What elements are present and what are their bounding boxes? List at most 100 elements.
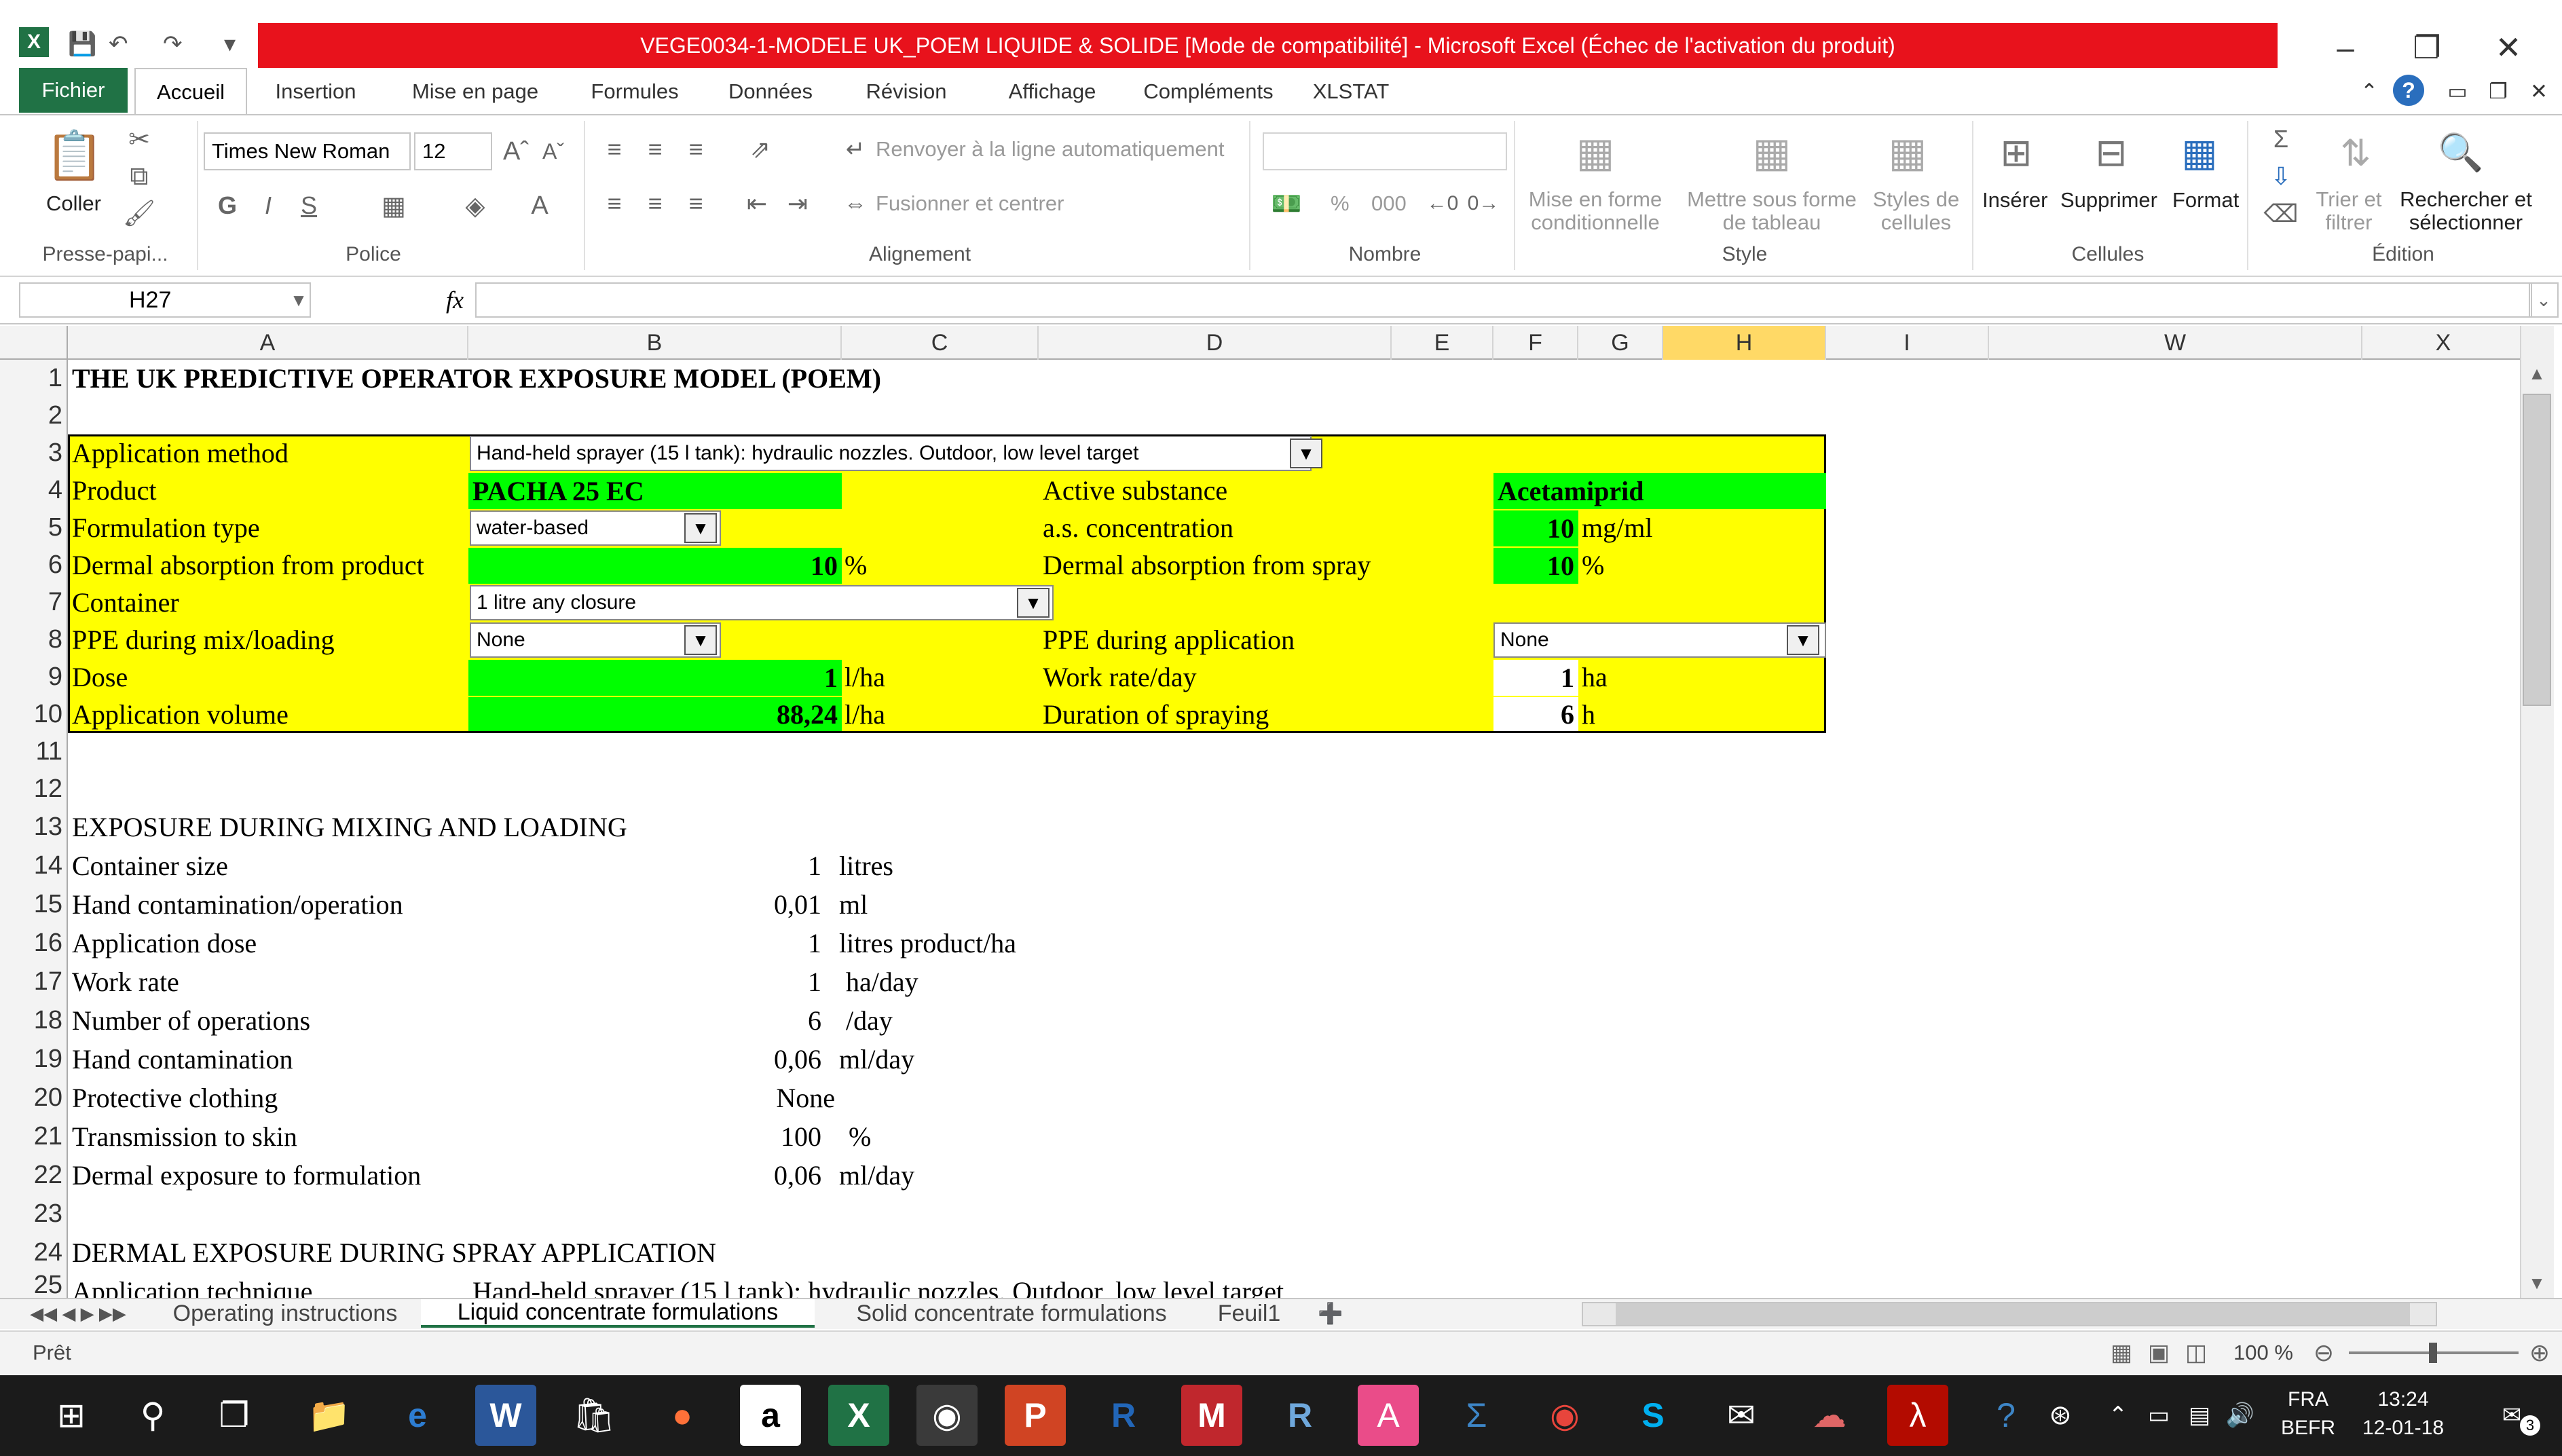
copy-icon[interactable]: ⧉ bbox=[122, 160, 156, 193]
row-header[interactable]: 5 bbox=[0, 509, 68, 546]
mixing-row-label[interactable]: Protective clothing bbox=[72, 1079, 278, 1117]
dermal-product-value[interactable]: 10 bbox=[468, 548, 842, 584]
dose-unit[interactable]: l/ha bbox=[844, 658, 885, 696]
powerpoint-icon[interactable]: P bbox=[1005, 1385, 1066, 1446]
mixing-row-label[interactable]: Container size bbox=[72, 846, 228, 885]
col-header-f[interactable]: F bbox=[1493, 326, 1578, 360]
tab-fichier[interactable]: Fichier bbox=[19, 68, 128, 113]
ppe-app-label[interactable]: PPE during application bbox=[1043, 621, 1295, 658]
mixing-row-value[interactable]: 0,06 bbox=[679, 1156, 821, 1195]
row-header[interactable]: 17 bbox=[0, 963, 68, 1001]
tab-affichage[interactable]: Affichage bbox=[991, 73, 1113, 110]
sheet-nav-arrows-icon[interactable]: ◀◀ ◀ ▶ ▶▶ bbox=[20, 1299, 136, 1328]
horizontal-scroll-thumb[interactable] bbox=[1616, 1303, 2410, 1325]
merge-center-button[interactable]: Fusionner et centrer bbox=[876, 187, 1064, 221]
zoom-in-icon[interactable]: ⊕ bbox=[2524, 1337, 2555, 1368]
app-volume-label[interactable]: Application volume bbox=[72, 696, 289, 733]
sheet-tab-feuil1[interactable]: Feuil1 bbox=[1202, 1299, 1297, 1328]
vertical-scroll-thumb[interactable] bbox=[2523, 394, 2551, 706]
mixing-row-label[interactable]: Hand contamination bbox=[72, 1040, 293, 1079]
font-color-icon[interactable]: A bbox=[516, 187, 563, 225]
currency-icon[interactable]: 💵 bbox=[1263, 187, 1310, 221]
clear-icon[interactable]: ⌫ bbox=[2264, 197, 2299, 231]
new-sheet-icon[interactable]: ➕ bbox=[1310, 1299, 1351, 1328]
row-header[interactable]: 18 bbox=[0, 1001, 68, 1040]
chevron-down-icon[interactable]: ▼ bbox=[1787, 625, 1819, 655]
application-method-label[interactable]: Application method bbox=[72, 434, 289, 472]
edge-icon[interactable]: e bbox=[387, 1385, 448, 1446]
mixing-row-unit[interactable]: /day bbox=[846, 1001, 893, 1040]
sheet-tab-operating-instructions[interactable]: Operating instructions bbox=[156, 1299, 414, 1328]
select-all-corner[interactable] bbox=[0, 326, 68, 360]
format-painter-icon[interactable]: 🖌 bbox=[122, 197, 156, 231]
tab-complements[interactable]: Compléments bbox=[1134, 73, 1283, 110]
col-header-b[interactable]: B bbox=[468, 326, 842, 360]
mixing-row-label[interactable]: Application dose bbox=[72, 924, 257, 963]
autosum-icon[interactable]: Σ bbox=[2264, 122, 2298, 156]
clock-date[interactable]: 12-01-18 bbox=[2342, 1415, 2464, 1442]
insert-cells-button[interactable]: Insérer bbox=[1982, 187, 2047, 214]
application-method-dropdown[interactable]: Hand-held sprayer (15 l tank): hydraulic… bbox=[470, 436, 1312, 471]
mixing-row-value[interactable]: 0,01 bbox=[679, 885, 821, 924]
mixing-section-header[interactable]: EXPOSURE DURING MIXING AND LOADING bbox=[72, 808, 627, 846]
number-format-box[interactable] bbox=[1263, 132, 1507, 170]
work-rate-unit[interactable]: ha bbox=[1582, 658, 1608, 696]
row-header[interactable]: 10 bbox=[0, 696, 68, 733]
col-header-i[interactable]: I bbox=[1826, 326, 1989, 360]
row-header[interactable]: 1 bbox=[0, 360, 68, 397]
word-icon[interactable]: W bbox=[475, 1385, 536, 1446]
percent-button[interactable]: % bbox=[1331, 187, 1350, 221]
col-header-h[interactable]: H bbox=[1663, 326, 1826, 360]
zoom-out-icon[interactable]: ⊖ bbox=[2308, 1337, 2339, 1368]
acrobat-pro-icon[interactable]: A bbox=[1358, 1385, 1419, 1446]
align-right-icon[interactable]: ≡ bbox=[679, 187, 713, 221]
row-header[interactable]: 12 bbox=[0, 770, 68, 808]
col-header-g[interactable]: G bbox=[1578, 326, 1663, 360]
duration-value[interactable]: 6 bbox=[1493, 697, 1578, 731]
row-header[interactable]: 21 bbox=[0, 1117, 68, 1156]
firefox-icon[interactable]: ● bbox=[652, 1385, 713, 1446]
bold-icon[interactable]: G bbox=[210, 187, 244, 225]
col-header-e[interactable]: E bbox=[1392, 326, 1493, 360]
as-concentration-unit[interactable]: mg/ml bbox=[1582, 509, 1652, 546]
align-bottom-icon[interactable]: ≡ bbox=[679, 132, 713, 166]
clock-time[interactable]: 13:24 bbox=[2342, 1386, 2464, 1413]
mixing-row-unit[interactable]: litres bbox=[839, 846, 893, 885]
tab-xlstat[interactable]: XLSTAT bbox=[1303, 73, 1398, 110]
active-substance-value[interactable]: Acetamiprid bbox=[1493, 473, 1826, 509]
product-label[interactable]: Product bbox=[72, 472, 156, 509]
formulation-type-label[interactable]: Formulation type bbox=[72, 509, 260, 546]
col-header-a[interactable]: A bbox=[68, 326, 468, 360]
cell-styles-button[interactable]: Styles de cellules bbox=[1870, 187, 1962, 236]
mixing-row-value[interactable]: 6 bbox=[679, 1001, 821, 1040]
dermal-product-unit[interactable]: % bbox=[844, 546, 867, 584]
conditional-format-button[interactable]: Mise en forme conditionnelle bbox=[1524, 187, 1667, 236]
underline-icon[interactable]: S bbox=[292, 187, 326, 225]
borders-icon[interactable]: ▦ bbox=[370, 187, 417, 225]
amazon-icon[interactable]: a bbox=[740, 1385, 801, 1446]
windows-start-icon[interactable]: ⊞ bbox=[41, 1385, 102, 1446]
customize-quick-access-icon[interactable]: ▾ bbox=[224, 27, 236, 61]
wrap-text-button[interactable]: Renvoyer à la ligne automatiquement bbox=[876, 132, 1225, 166]
align-top-icon[interactable]: ≡ bbox=[597, 132, 631, 166]
active-substance-label[interactable]: Active substance bbox=[1043, 472, 1227, 509]
as-concentration-label[interactable]: a.s. concentration bbox=[1043, 509, 1233, 546]
row-header[interactable]: 24 bbox=[0, 1233, 68, 1272]
conditional-format-icon[interactable]: ▦ bbox=[1568, 122, 1622, 183]
mixing-row-value[interactable]: 1 bbox=[679, 963, 821, 1001]
mixing-row-label[interactable]: Number of operations bbox=[72, 1001, 310, 1040]
row-header[interactable]: 13 bbox=[0, 808, 68, 846]
mixing-row-label[interactable]: Hand contamination/operation bbox=[72, 885, 403, 924]
dermal-spray-label[interactable]: Dermal absorption from spray bbox=[1043, 546, 1371, 584]
mixing-row-unit[interactable]: ml/day bbox=[839, 1040, 914, 1079]
as-concentration-value[interactable]: 10 bbox=[1493, 510, 1578, 546]
chevron-down-icon[interactable]: ▼ bbox=[684, 625, 717, 655]
row-header[interactable]: 3 bbox=[0, 434, 68, 472]
product-value[interactable]: PACHA 25 EC bbox=[468, 473, 842, 509]
thousands-button[interactable]: 000 bbox=[1371, 187, 1407, 221]
name-box[interactable]: H27 bbox=[19, 282, 311, 318]
formulation-type-dropdown[interactable]: water-based bbox=[470, 510, 721, 546]
row-header[interactable]: 25 bbox=[0, 1272, 68, 1298]
app-m-icon[interactable]: M bbox=[1181, 1385, 1242, 1446]
mixing-row-unit[interactable]: % bbox=[849, 1117, 871, 1156]
